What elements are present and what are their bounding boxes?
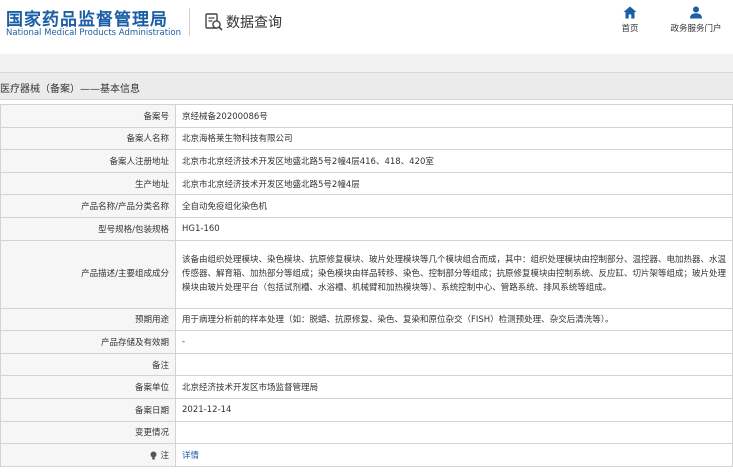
site-logo-title[interactable]: 国家药品监督管理局: [6, 5, 168, 30]
table-row: 备案单位 北京经济技术开发区市场监督管理局: [0, 375, 733, 399]
site-header: 国家药品监督管理局 National Medical Products Admi…: [0, 0, 733, 44]
field-label: 预期用途: [0, 307, 176, 332]
table-row: 生产地址 北京市北京经济技术开发区地盛北路5号2幢4层: [0, 171, 733, 196]
table-row: 预期用途 用于病理分析前的样本处理（如：脱蜡、抗原修复、染色、复染和原位杂交（F…: [0, 307, 733, 332]
table-row: 备案日期 2021-12-14: [0, 397, 733, 422]
field-value: 北京海格莱生物科技有限公司: [175, 126, 733, 151]
breadcrumb: 医疗器械（备案）——基本信息: [0, 72, 733, 100]
table-row: 变更情况: [0, 420, 733, 445]
field-value: 用于病理分析前的样本处理（如：脱蜡、抗原修复、染色、复染和原位杂交（FISH）检…: [175, 307, 733, 332]
page-section-title: 数据查询: [226, 15, 282, 31]
table-row: 产品描述/主要组成成分 该备由组织处理模块、染色模块、抗原修复模块、玻片处理模块…: [0, 239, 733, 309]
field-label: 变更情况: [0, 420, 176, 445]
field-value: HG1-160: [175, 216, 733, 241]
field-label: 备案单位: [0, 375, 176, 399]
table-row: 产品名称/产品分类名称 全自动免疫组化染色机: [0, 194, 733, 218]
nav-home[interactable]: 首页: [613, 6, 647, 34]
field-label: 备案日期: [0, 397, 176, 422]
table-row: 备案号 京经械备20200086号: [0, 104, 733, 128]
field-label: 型号规格/包装规格: [0, 216, 176, 241]
field-label: 产品名称/产品分类名称: [0, 194, 176, 218]
home-icon: [623, 6, 637, 19]
field-value: 北京市北京经济技术开发区地盛北路5号2幢4层: [175, 171, 733, 196]
field-label: 备案号: [0, 104, 176, 128]
field-label: 备案人注册地址: [0, 149, 176, 173]
site-logo-subtitle: National Medical Products Administration: [6, 28, 181, 38]
field-label: 备注: [0, 352, 176, 377]
user-icon: [690, 6, 702, 19]
field-value: 全自动免疫组化染色机: [175, 194, 733, 218]
nav-service-portal[interactable]: 政务服务门户: [664, 6, 728, 34]
field-label: 备案人名称: [0, 126, 176, 151]
table-row: 型号规格/包装规格 HG1-160: [0, 216, 733, 241]
header-band: [0, 54, 733, 72]
field-label: 注: [160, 450, 169, 461]
table-row: 备案人注册地址 北京市北京经济技术开发区地盛北路5号2幢4层416、418、42…: [0, 149, 733, 173]
table-row: 产品存储及有效期 -: [0, 330, 733, 354]
field-value: 2021-12-14: [175, 397, 733, 422]
header-divider: [189, 8, 190, 36]
field-value: 北京经济技术开发区市场监督管理局: [175, 375, 733, 399]
field-value: 该备由组织处理模块、染色模块、抗原修复模块、玻片处理模块等几个模块组合而成，其中…: [175, 239, 733, 309]
note-label-cell: 注: [0, 443, 176, 467]
field-label: 生产地址: [0, 171, 176, 196]
field-value: 京经械备20200086号: [175, 104, 733, 128]
field-value: [175, 352, 733, 377]
field-label: 产品描述/主要组成成分: [0, 239, 176, 309]
detail-table: 备案号 京经械备20200086号 备案人名称 北京海格莱生物科技有限公司 备案…: [0, 104, 733, 467]
table-row: 备注: [0, 352, 733, 377]
breadcrumb-text: 医疗器械（备案）——基本信息: [0, 84, 140, 95]
nav-service-portal-label: 政务服务门户: [670, 24, 722, 34]
field-value: 北京市北京经济技术开发区地盛北路5号2幢4层416、418、420室: [175, 149, 733, 173]
lightbulb-icon: [150, 451, 157, 460]
field-label: 产品存储及有效期: [0, 330, 176, 354]
nav-home-label: 首页: [621, 24, 639, 34]
table-row: 注 详情: [0, 443, 733, 467]
search-document-icon: [205, 13, 223, 31]
field-value: [175, 420, 733, 445]
details-cell: 详情: [175, 443, 733, 467]
details-link[interactable]: 详情: [182, 451, 199, 461]
table-row: 备案人名称 北京海格莱生物科技有限公司: [0, 126, 733, 151]
field-value: -: [175, 330, 733, 354]
